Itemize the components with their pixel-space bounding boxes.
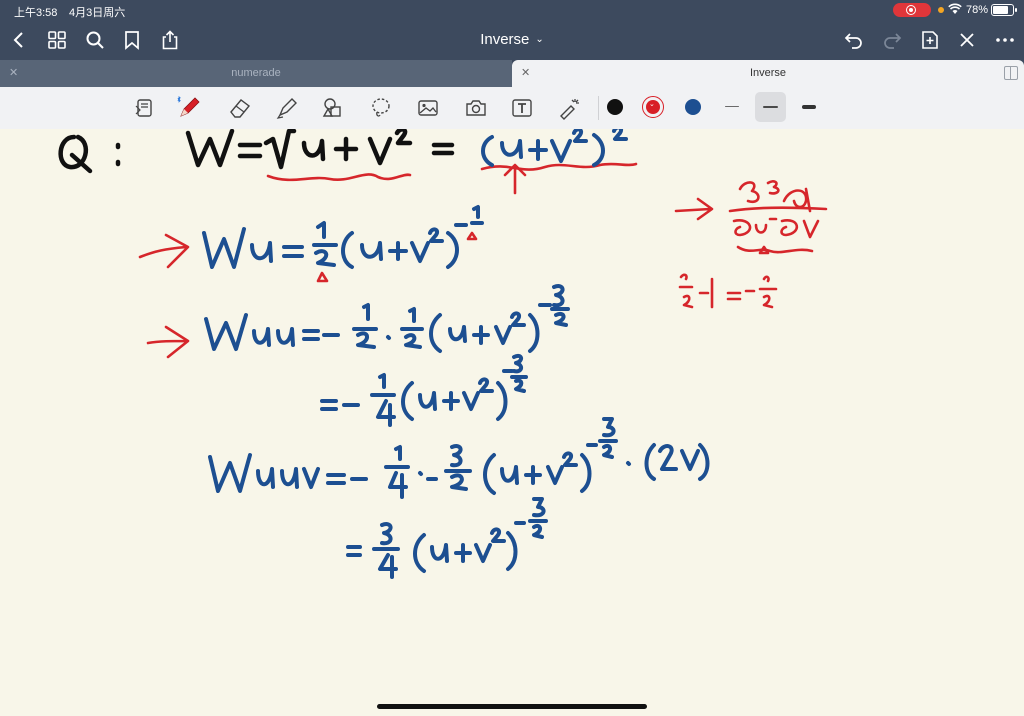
read-mode-icon[interactable] — [132, 95, 158, 121]
tab-label: Inverse — [749, 67, 787, 79]
nav-bar: Inverse ⌄ — [0, 20, 1024, 60]
thickness-thick-option[interactable] — [797, 99, 821, 115]
screen-recording-indicator[interactable] — [893, 3, 931, 17]
status-date: 4月3日周六 — [69, 7, 126, 19]
handwriting-layer — [58, 129, 828, 579]
chevron-down-icon: ⌄ — [649, 101, 655, 108]
home-indicator[interactable] — [377, 704, 647, 709]
undo-icon[interactable] — [843, 29, 865, 51]
drawing-toolbar: ⌄ — [0, 87, 1024, 130]
note-canvas[interactable] — [0, 129, 1024, 716]
laser-pointer-icon[interactable] — [557, 95, 583, 121]
toolbar-divider — [598, 96, 599, 120]
thickness-medium-option[interactable] — [755, 92, 786, 122]
wifi-icon — [948, 3, 962, 14]
color-black-swatch[interactable] — [607, 99, 623, 115]
redo-icon[interactable] — [881, 29, 903, 51]
status-time: 上午3:58 — [14, 7, 58, 19]
chevron-down-icon: ⌄ — [535, 34, 544, 45]
ink-red-rhs — [481, 129, 628, 167]
record-icon — [906, 5, 916, 15]
tab-numerade[interactable]: ✕ numerade — [0, 60, 512, 87]
battery-percent: 78% — [966, 4, 989, 16]
pen-icon[interactable] — [176, 95, 202, 121]
document-title[interactable]: Inverse ⌄ — [0, 31, 1024, 48]
color-blue-swatch[interactable] — [685, 99, 701, 115]
add-page-icon[interactable] — [919, 29, 941, 51]
tab-bar: ✕ numerade ✕ Inverse — [0, 60, 1024, 87]
tab-inverse[interactable]: ✕ Inverse — [512, 60, 1024, 87]
eraser-icon[interactable] — [227, 95, 253, 121]
text-icon[interactable] — [509, 95, 535, 121]
split-view-icon[interactable] — [1004, 66, 1018, 80]
color-red-swatch[interactable]: ⌄ — [642, 96, 664, 118]
microphone-indicator-icon — [938, 7, 944, 13]
close-icon[interactable] — [956, 29, 978, 51]
more-icon[interactable] — [994, 29, 1016, 51]
battery-level-fill — [993, 6, 1008, 14]
camera-icon[interactable] — [463, 95, 489, 121]
status-bar: 上午3:58 4月3日周六 78% — [0, 0, 1024, 20]
lasso-icon[interactable] — [368, 95, 394, 121]
ink-black-question — [58, 129, 455, 174]
image-icon[interactable] — [415, 95, 441, 121]
document-title-label: Inverse — [480, 31, 530, 48]
highlighter-icon[interactable] — [274, 95, 300, 121]
tab-label: numerade — [231, 67, 281, 79]
shapes-icon[interactable] — [320, 95, 346, 121]
thickness-thin-option[interactable] — [720, 99, 744, 115]
ink-blue-working — [202, 205, 710, 579]
battery-icon — [991, 4, 1017, 16]
